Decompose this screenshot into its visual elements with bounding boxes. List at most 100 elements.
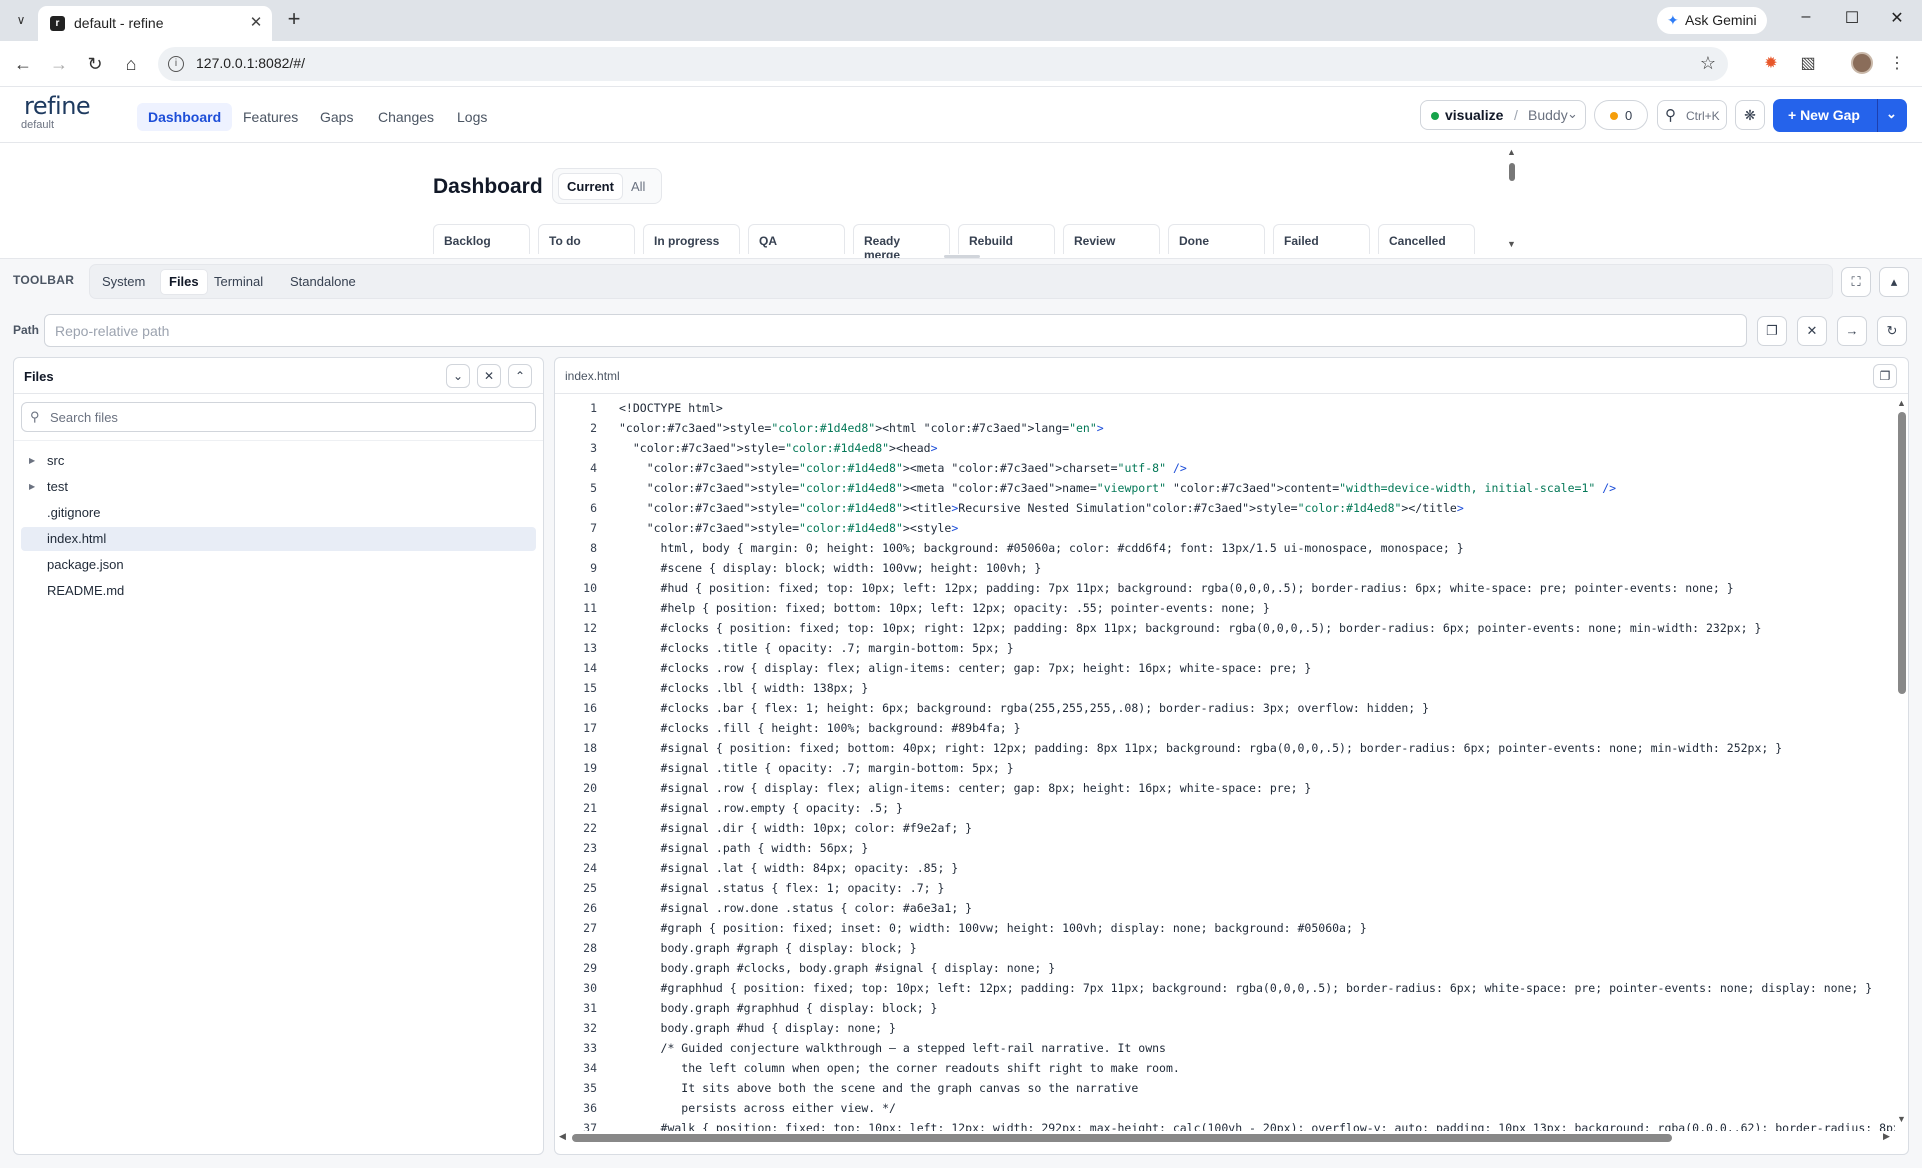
close-files-button[interactable]: ✕ <box>477 364 501 388</box>
nav-features[interactable]: Features <box>232 103 309 131</box>
segment-current[interactable]: Current <box>558 173 623 200</box>
extension-sunburst-icon[interactable]: ✹ <box>1760 53 1782 75</box>
code-line: 26 #signal .row.done .status { color: #a… <box>555 898 1895 918</box>
line-number: 18 <box>583 741 597 755</box>
code-horizontal-scrollbar[interactable]: ◀ ▶ <box>555 1131 1895 1144</box>
line-number: 2 <box>590 421 597 435</box>
file-tree-item[interactable]: README.md <box>21 579 536 603</box>
tab-standalone[interactable]: Standalone <box>282 269 364 295</box>
column-done: Done <box>1168 224 1265 254</box>
copy-path-button[interactable]: ❐ <box>1757 316 1787 346</box>
code-line: 6 "color:#7c3aed">style="color:#1d4ed8">… <box>555 498 1895 518</box>
file-tree-item-selected[interactable]: index.html <box>21 527 536 551</box>
reload-icon[interactable]: ↻ <box>84 53 106 75</box>
new-gap-menu-chevron-icon[interactable]: ⌄ <box>1886 106 1897 122</box>
refresh-button[interactable]: ↻ <box>1877 316 1907 346</box>
browser-tab-bar: ∨ r default - refine ✕ + ✦ Ask Gemini – … <box>0 0 1922 41</box>
chevron-down-icon: ⌄ <box>1567 106 1578 121</box>
bookmark-star-icon[interactable]: ☆ <box>1700 53 1716 74</box>
profile-avatar[interactable] <box>1851 52 1873 74</box>
expand-triangle-icon[interactable]: ▶ <box>29 475 35 499</box>
scroll-left-icon[interactable]: ◀ <box>559 1131 566 1142</box>
home-icon[interactable]: ⌂ <box>120 53 142 75</box>
scroll-up-icon[interactable]: ▲ <box>1507 147 1516 157</box>
copy-icon: ❐ <box>1879 369 1891 383</box>
nav-logs[interactable]: Logs <box>446 103 498 131</box>
line-number: 13 <box>583 641 597 655</box>
new-gap-button[interactable]: + New Gap ⌄ <box>1773 99 1907 132</box>
search-shortcut: Ctrl+K <box>1686 109 1720 123</box>
tab-files[interactable]: Files <box>160 269 208 295</box>
url-field[interactable]: i 127.0.0.1:8082/#/ ☆ <box>158 47 1728 81</box>
toolbar-label: TOOLBAR <box>13 273 75 287</box>
toolbar-panel: TOOLBAR System Files Terminal Standalone… <box>0 258 1922 1168</box>
scroll-thumb[interactable] <box>1898 412 1906 694</box>
code-line: 16 #clocks .bar { flex: 1; height: 6px; … <box>555 698 1895 718</box>
new-tab-plus-icon[interactable]: + <box>283 8 305 30</box>
fullscreen-button[interactable]: ⛶ <box>1841 267 1871 297</box>
scroll-down-icon[interactable]: ▼ <box>1507 239 1516 249</box>
scroll-thumb[interactable] <box>1509 163 1515 181</box>
file-search-field[interactable]: ⚲ <box>21 402 536 432</box>
line-text: <!DOCTYPE html> <box>619 401 723 415</box>
close-window-icon[interactable]: ✕ <box>1885 8 1909 28</box>
minimize-window-icon[interactable]: – <box>1794 8 1818 26</box>
ask-gemini-button[interactable]: ✦ Ask Gemini <box>1657 7 1767 34</box>
file-tree-item[interactable]: .gitignore <box>21 501 536 525</box>
file-tree-item[interactable]: ▶ src <box>21 449 536 473</box>
nav-gaps[interactable]: Gaps <box>309 103 364 131</box>
url-text: 127.0.0.1:8082/#/ <box>196 55 305 71</box>
line-text: #signal .dir { width: 10px; color: #f9e2… <box>619 821 973 835</box>
site-info-icon[interactable]: i <box>168 56 184 72</box>
dashboard-scrollbar[interactable]: ▲ ▼ <box>1507 147 1516 249</box>
path-input[interactable] <box>44 314 1747 347</box>
code-line: 11 #help { position: fixed; bottom: 10px… <box>555 598 1895 618</box>
file-tree-item[interactable]: ▶ test <box>21 475 536 499</box>
refine-logo[interactable]: refine <box>24 92 91 120</box>
dashboard-section: Dashboard Current All Backlog To do In p… <box>0 144 1922 262</box>
nav-dashboard[interactable]: Dashboard <box>137 103 233 131</box>
code-view[interactable]: 1 <!DOCTYPE html> 2 "color:#7c3aed">style="… <box>555 396 1895 1131</box>
forward-arrow-icon[interactable]: → <box>48 53 70 75</box>
browser-menu-icon[interactable]: ⋮ <box>1886 53 1908 75</box>
maximize-window-icon[interactable]: ☐ <box>1840 8 1864 28</box>
nav-changes[interactable]: Changes <box>367 103 445 131</box>
close-tab-icon[interactable]: ✕ <box>246 13 266 31</box>
back-arrow-icon[interactable]: ← <box>12 53 34 75</box>
browser-tab[interactable]: r default - refine ✕ <box>38 6 272 41</box>
scroll-down-icon[interactable]: ▼ <box>1897 1114 1906 1124</box>
scroll-right-icon[interactable]: ▶ <box>1883 1131 1890 1142</box>
ask-gemini-label: Ask Gemini <box>1685 12 1757 28</box>
activity-count-badge[interactable]: 0 <box>1594 100 1648 130</box>
code-line: 36 persists across either view. */ <box>555 1098 1895 1118</box>
search-icon: ⚲ <box>1665 107 1676 124</box>
expand-all-button[interactable]: ⌄ <box>446 364 470 388</box>
copy-file-button[interactable]: ❐ <box>1873 364 1897 388</box>
debug-bug-button[interactable]: ❋ <box>1735 100 1765 130</box>
collapse-all-button[interactable]: ⌃ <box>508 364 532 388</box>
file-tree-item[interactable]: package.json <box>21 553 536 577</box>
command-search-button[interactable]: ⚲ Ctrl+K <box>1657 100 1727 130</box>
line-number: 36 <box>583 1101 597 1115</box>
expand-triangle-icon[interactable]: ▶ <box>29 449 35 473</box>
scroll-up-icon[interactable]: ▲ <box>1897 398 1906 408</box>
tab-search-chevron-icon[interactable]: ∨ <box>10 9 32 31</box>
tab-system[interactable]: System <box>94 269 153 295</box>
code-vertical-scrollbar[interactable]: ▲ ▼ <box>1895 396 1908 1130</box>
line-text: #signal .row { display: flex; align-item… <box>619 781 1312 795</box>
file-search-input[interactable] <box>48 407 528 427</box>
code-line: 30 #graphhud { position: fixed; top: 10p… <box>555 978 1895 998</box>
extensions-puzzle-icon[interactable]: ▧ <box>1797 53 1819 75</box>
clear-path-button[interactable]: ✕ <box>1797 316 1827 346</box>
line-text: #graphhud { position: fixed; top: 10px; … <box>619 981 1873 995</box>
line-text: #clocks .lbl { width: 138px; } <box>619 681 869 695</box>
code-line: 9 #scene { display: block; width: 100vw;… <box>555 558 1895 578</box>
scroll-thumb[interactable] <box>572 1134 1672 1142</box>
open-path-button[interactable]: → <box>1837 316 1867 346</box>
segment-all[interactable]: All <box>623 173 653 200</box>
project-context-selector[interactable]: visualize / Buddy ⌄ <box>1420 100 1586 130</box>
collapse-toolbar-button[interactable]: ▴ <box>1879 267 1909 297</box>
tab-terminal[interactable]: Terminal <box>206 269 271 295</box>
line-text: #signal { position: fixed; bottom: 40px;… <box>619 741 1783 755</box>
line-number: 20 <box>583 781 597 795</box>
